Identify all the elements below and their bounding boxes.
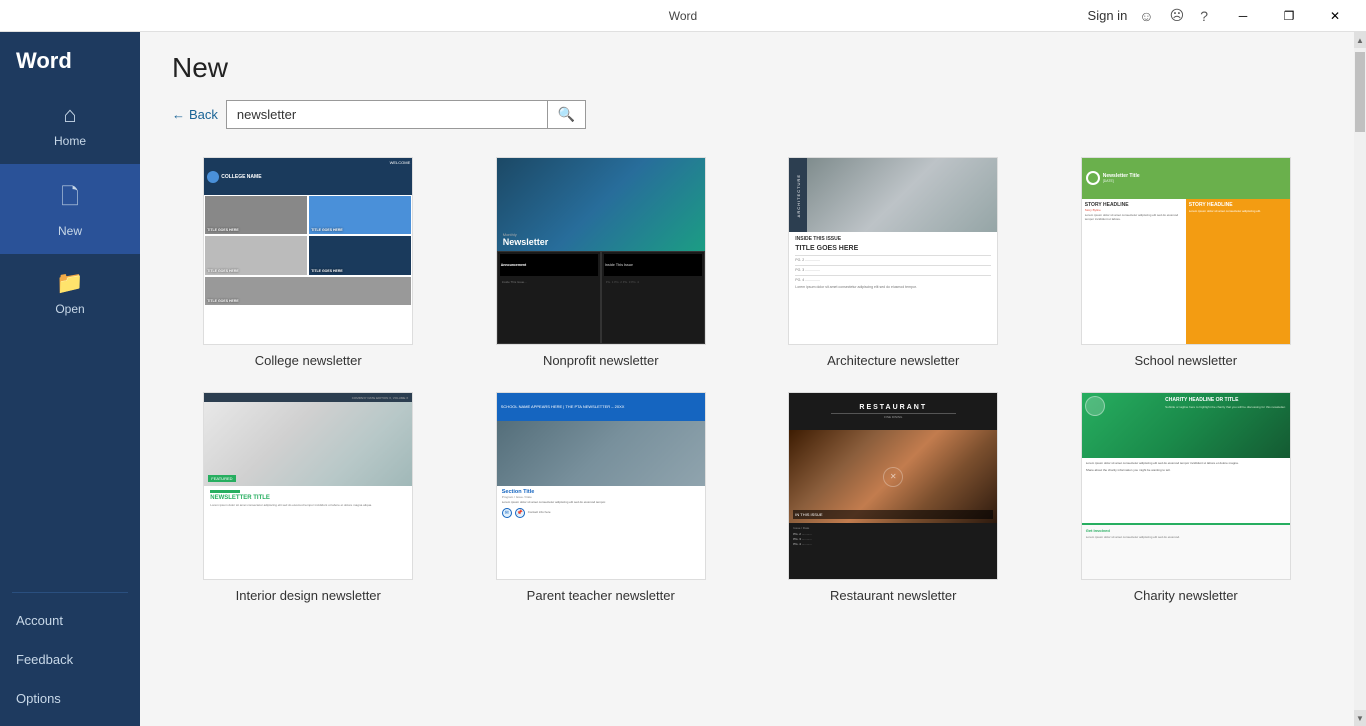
sidebar-divider bbox=[12, 592, 128, 593]
template-thumb-nonprofit: Monthly Newsletter Announcement Inside T… bbox=[496, 157, 706, 345]
template-card-restaurant[interactable]: RESTAURANT FINE DINING ✕ bbox=[757, 392, 1030, 603]
sidebar-app-title: Word bbox=[0, 32, 140, 86]
content-header: New ← Back 🔍 bbox=[140, 32, 1354, 149]
signin-link[interactable]: Sign in bbox=[1088, 8, 1128, 23]
sidebar-home-label: Home bbox=[54, 134, 86, 148]
vertical-scrollbar[interactable]: ▲ ▼ bbox=[1354, 32, 1366, 726]
template-thumb-charity: CHARITY HEADLINE OR TITLE Subtitle or ta… bbox=[1081, 392, 1291, 580]
template-card-interior[interactable]: COMPANY DATE EDITION X, VOLUME X FEATURE… bbox=[172, 392, 445, 603]
titlebar-right: Sign in ☺ ☹ ? ─ ❐ ✕ bbox=[1088, 0, 1358, 32]
search-bar: ← Back 🔍 bbox=[172, 100, 1322, 129]
open-icon: 📁 bbox=[56, 270, 83, 296]
template-grid-wrapper[interactable]: COLLEGE NAME WELCOME TITLE GOES HERE TIT… bbox=[140, 149, 1354, 726]
sidebar-item-feedback[interactable]: Feedback bbox=[0, 640, 140, 679]
sidebar-new-label: New bbox=[58, 224, 82, 238]
help-icon[interactable]: ? bbox=[1196, 6, 1212, 26]
template-name-restaurant: Restaurant newsletter bbox=[830, 588, 956, 603]
template-card-nonprofit[interactable]: Monthly Newsletter Announcement Inside T… bbox=[465, 157, 738, 368]
search-button[interactable]: 🔍 bbox=[547, 101, 585, 128]
template-thumb-college: COLLEGE NAME WELCOME TITLE GOES HERE TIT… bbox=[203, 157, 413, 345]
app-body: Word ⌂ Home 🗋 New 📁 Open Account Feedbac… bbox=[0, 32, 1366, 726]
scroll-down-arrow[interactable]: ▼ bbox=[1354, 710, 1366, 726]
back-button[interactable]: ← Back bbox=[172, 107, 218, 122]
template-name-nonprofit: Nonprofit newsletter bbox=[543, 353, 659, 368]
content-area: New ← Back 🔍 bbox=[140, 32, 1354, 726]
sidebar-bottom: Account Feedback Options bbox=[0, 601, 140, 718]
sidebar-item-new[interactable]: 🗋 New bbox=[0, 164, 140, 254]
sidebar-nav: ⌂ Home 🗋 New 📁 Open bbox=[0, 86, 140, 584]
app-name-titlebar: Word bbox=[669, 9, 697, 23]
template-name-college: College newsletter bbox=[255, 353, 362, 368]
sidebar: Word ⌂ Home 🗋 New 📁 Open Account Feedbac… bbox=[0, 32, 140, 726]
sidebar-item-account[interactable]: Account bbox=[0, 601, 140, 640]
template-card-architecture[interactable]: ARCHITECTURE INSIDE THIS ISSUE TITLE GOE… bbox=[757, 157, 1030, 368]
template-card-charity[interactable]: CHARITY HEADLINE OR TITLE Subtitle or ta… bbox=[1050, 392, 1323, 603]
template-thumb-interior: COMPANY DATE EDITION X, VOLUME X FEATURE… bbox=[203, 392, 413, 580]
template-name-parentteacher: Parent teacher newsletter bbox=[527, 588, 675, 603]
back-arrow-icon: ← bbox=[172, 107, 185, 122]
template-name-architecture: Architecture newsletter bbox=[827, 353, 959, 368]
frown-icon[interactable]: ☹ bbox=[1166, 5, 1189, 26]
template-card-school[interactable]: Newsletter Title [DATE] STORY HEADLINE S… bbox=[1050, 157, 1323, 368]
title-bar: Word Sign in ☺ ☹ ? ─ ❐ ✕ bbox=[0, 0, 1366, 32]
template-card-college[interactable]: COLLEGE NAME WELCOME TITLE GOES HERE TIT… bbox=[172, 157, 445, 368]
template-grid: COLLEGE NAME WELCOME TITLE GOES HERE TIT… bbox=[172, 157, 1322, 603]
new-icon: 🗋 bbox=[61, 180, 79, 218]
template-name-charity: Charity newsletter bbox=[1134, 588, 1238, 603]
scroll-thumb[interactable] bbox=[1355, 52, 1365, 132]
sidebar-item-home[interactable]: ⌂ Home bbox=[0, 86, 140, 164]
smile-icon[interactable]: ☺ bbox=[1135, 6, 1157, 26]
search-input-wrapper: 🔍 bbox=[226, 100, 586, 129]
template-thumb-restaurant: RESTAURANT FINE DINING ✕ bbox=[788, 392, 998, 580]
template-card-parentteacher[interactable]: SCHOOL NAME APPEARS HERE | THE PTA NEWSL… bbox=[465, 392, 738, 603]
minimize-button[interactable]: ─ bbox=[1220, 0, 1266, 32]
search-input[interactable] bbox=[227, 102, 547, 127]
template-name-interior: Interior design newsletter bbox=[236, 588, 381, 603]
template-thumb-school: Newsletter Title [DATE] STORY HEADLINE S… bbox=[1081, 157, 1291, 345]
home-icon: ⌂ bbox=[63, 102, 76, 128]
back-label: Back bbox=[189, 107, 218, 122]
template-thumb-parentteacher: SCHOOL NAME APPEARS HERE | THE PTA NEWSL… bbox=[496, 392, 706, 580]
restore-button[interactable]: ❐ bbox=[1266, 0, 1312, 32]
template-thumb-architecture: ARCHITECTURE INSIDE THIS ISSUE TITLE GOE… bbox=[788, 157, 998, 345]
scroll-up-arrow[interactable]: ▲ bbox=[1354, 32, 1366, 48]
page-title: New bbox=[172, 52, 1322, 84]
sidebar-item-open[interactable]: 📁 Open bbox=[0, 254, 140, 332]
template-name-school: School newsletter bbox=[1134, 353, 1237, 368]
sidebar-item-options[interactable]: Options bbox=[0, 679, 140, 718]
close-button[interactable]: ✕ bbox=[1312, 0, 1358, 32]
window-controls: ─ ❐ ✕ bbox=[1220, 0, 1358, 32]
sidebar-open-label: Open bbox=[55, 302, 84, 316]
